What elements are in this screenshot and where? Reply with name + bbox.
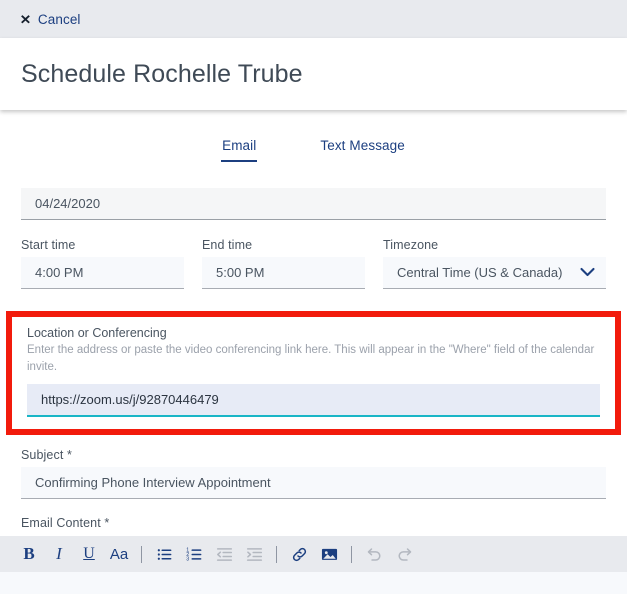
tab-email[interactable]: Email <box>220 138 258 162</box>
italic-icon[interactable]: I <box>44 540 74 568</box>
close-icon: ✕ <box>20 13 31 26</box>
bold-icon[interactable]: B <box>14 540 44 568</box>
location-label: Location or Conferencing <box>27 326 600 340</box>
start-time-input[interactable]: 4:00 PM <box>21 257 184 289</box>
email-content-label: Email Content * <box>21 516 606 530</box>
end-time-label: End time <box>202 238 365 252</box>
channel-tabs: Email Text Message <box>0 110 627 162</box>
toolbar-separator <box>351 546 352 563</box>
location-highlight-box: Location or Conferencing Enter the addre… <box>6 311 621 435</box>
start-time-label: Start time <box>21 238 184 252</box>
italic-icon-glyph: I <box>56 544 62 564</box>
timezone-label: Timezone <box>383 238 606 252</box>
subject-input[interactable]: Confirming Phone Interview Appointment <box>21 467 606 499</box>
subject-group: Subject * Confirming Phone Interview App… <box>21 448 606 499</box>
bulleted-list-icon[interactable] <box>149 540 179 568</box>
indent-icon <box>239 540 269 568</box>
end-time-group: End time 5:00 PM <box>202 238 365 289</box>
tab-text-message[interactable]: Text Message <box>318 138 407 162</box>
font-size-icon[interactable]: Aa <box>104 540 134 568</box>
cancel-button-label: Cancel <box>38 12 81 27</box>
form-body: Email Text Message 04/24/2020 Start time… <box>0 110 627 594</box>
numbered-list-icon[interactable]: 123 <box>179 540 209 568</box>
rich-text-editor: B I U Aa 123 <box>0 536 627 594</box>
date-field-row: 04/24/2020 <box>21 188 606 220</box>
timezone-group: Timezone Central Time (US & Canada) <box>383 238 606 289</box>
outdent-icon <box>209 540 239 568</box>
toolbar-separator <box>276 546 277 563</box>
top-bar: ✕ Cancel <box>0 0 627 38</box>
svg-text:3: 3 <box>186 557 189 563</box>
font-size-icon-glyph: Aa <box>110 546 128 563</box>
schedule-form: 04/24/2020 Start time 4:00 PM End time 5… <box>0 188 627 530</box>
timezone-select[interactable]: Central Time (US & Canada) <box>383 257 606 289</box>
underline-icon[interactable]: U <box>74 540 104 568</box>
end-time-input[interactable]: 5:00 PM <box>202 257 365 289</box>
page-title: Schedule Rochelle Trube <box>21 60 303 89</box>
schedule-interview-screen: ✕ Cancel Schedule Rochelle Trube Email T… <box>0 0 627 598</box>
link-icon[interactable] <box>284 540 314 568</box>
cancel-button[interactable]: ✕ Cancel <box>20 12 81 27</box>
subject-label: Subject * <box>21 448 606 462</box>
start-time-group: Start time 4:00 PM <box>21 238 184 289</box>
redo-icon <box>389 540 419 568</box>
location-help-text: Enter the address or paste the video con… <box>27 342 600 375</box>
tab-text-message-label: Text Message <box>320 138 405 153</box>
editor-toolbar: B I U Aa 123 <box>0 536 627 572</box>
page-header: Schedule Rochelle Trube <box>0 38 627 110</box>
email-content-group: Email Content * <box>21 516 606 530</box>
undo-icon <box>359 540 389 568</box>
underline-icon-glyph: U <box>83 545 95 563</box>
email-content-textarea[interactable] <box>0 572 627 594</box>
time-fields-row: Start time 4:00 PM End time 5:00 PM Time… <box>21 238 606 289</box>
bold-icon-glyph: B <box>23 544 34 564</box>
date-input[interactable]: 04/24/2020 <box>21 188 606 220</box>
image-icon[interactable] <box>314 540 344 568</box>
location-input[interactable]: https://zoom.us/j/92870446479 <box>27 384 600 417</box>
timezone-select-wrap: Central Time (US & Canada) <box>383 257 606 289</box>
toolbar-separator <box>141 546 142 563</box>
tab-email-label: Email <box>222 138 256 153</box>
